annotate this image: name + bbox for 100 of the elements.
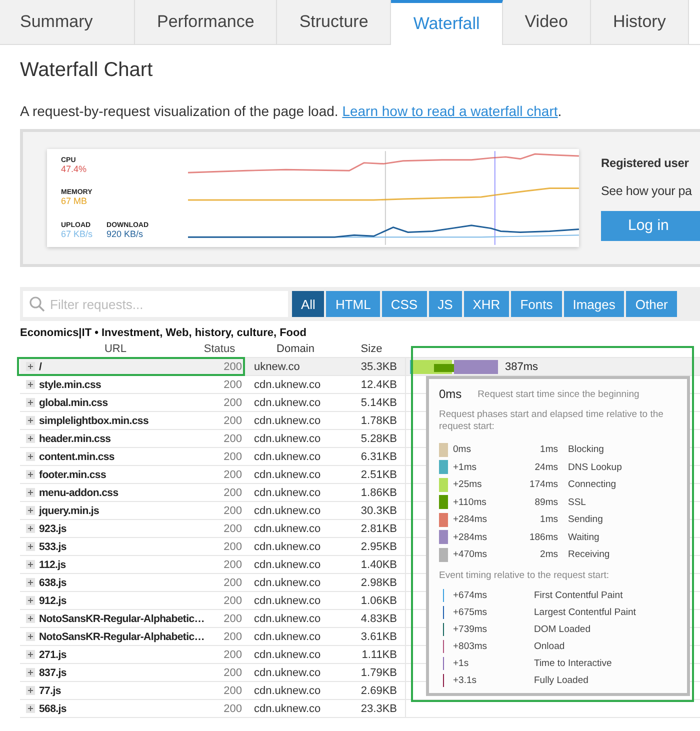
size-text: 30.3KB	[360, 504, 397, 516]
tab[interactable]: Performance	[135, 0, 278, 45]
size-text: 23.3KB	[360, 702, 397, 714]
size-text: 6.31KB	[360, 450, 397, 462]
tab[interactable]: Waterfall	[391, 0, 503, 45]
expand-icon[interactable]	[26, 686, 35, 695]
filter-button[interactable]: All	[292, 291, 324, 317]
status-text: 200	[222, 414, 242, 426]
expand-icon[interactable]	[26, 560, 35, 569]
expand-icon[interactable]	[26, 506, 35, 515]
page-title: Waterfall Chart	[20, 58, 154, 82]
phases-intro: Request phases start and elapsed time relative to the request start:	[439, 409, 664, 433]
url-text: content.min.css	[39, 450, 114, 462]
expand-icon[interactable]	[26, 596, 35, 605]
help-link[interactable]: Learn how to read a waterfall chart	[342, 103, 558, 119]
status-text: 200	[222, 486, 242, 498]
size-text: 35.3KB	[360, 360, 397, 372]
expand-icon[interactable]	[26, 434, 35, 443]
status-text: 200	[222, 468, 242, 480]
expand-icon[interactable]	[26, 380, 35, 389]
domain-text: uknew.co	[253, 360, 301, 372]
domain-text: cdn.uknew.co	[253, 378, 322, 390]
expand-icon[interactable]	[26, 578, 35, 587]
url-text: NotoSansKR-Regular-Alphabetic…	[39, 630, 204, 642]
promo-text: See how your pa	[601, 184, 693, 198]
url-text: 638.js	[39, 576, 66, 588]
column-header: Status	[202, 343, 236, 355]
status-text: 200	[222, 522, 242, 534]
url-text: global.min.css	[39, 396, 108, 408]
expand-icon[interactable]	[26, 416, 35, 425]
request-row[interactable]: 568.js 200 cdn.uknew.co 23.3KB	[20, 700, 700, 718]
url-text: 568.js	[39, 702, 66, 714]
expand-icon[interactable]	[26, 362, 35, 371]
status-text: 200	[222, 576, 242, 588]
domain-text: cdn.uknew.co	[253, 612, 322, 624]
domain-text: cdn.uknew.co	[253, 450, 322, 462]
description-text: A request-by-request visualization of the page load. Learn how to read a waterfall chart.	[20, 102, 563, 120]
event-time: +674ms	[453, 590, 488, 600]
domain-text: cdn.uknew.co	[253, 648, 322, 660]
column-header: Domain	[276, 343, 316, 355]
status-text: 200	[222, 504, 242, 516]
promo-heading: Registered user	[601, 156, 690, 170]
request-row[interactable]: / 200 uknew.co 35.3KB 387ms	[20, 358, 700, 376]
tab[interactable]: Summary	[0, 0, 135, 45]
size-text: 1.78KB	[360, 414, 397, 426]
status-text: 200	[222, 648, 242, 660]
status-text: 200	[222, 630, 242, 642]
size-text: 1.06KB	[360, 594, 397, 606]
status-text: 200	[222, 540, 242, 552]
size-text: 2.81KB	[360, 522, 397, 534]
expand-icon[interactable]	[26, 452, 35, 461]
url-text: header.min.css	[39, 432, 111, 444]
expand-icon[interactable]	[26, 704, 35, 713]
status-text: 200	[222, 558, 242, 570]
size-text: 1.40KB	[360, 558, 397, 570]
size-text: 4.83KB	[360, 612, 397, 624]
domain-text: cdn.uknew.co	[253, 684, 322, 696]
domain-text: cdn.uknew.co	[253, 702, 322, 714]
expand-icon[interactable]	[26, 542, 35, 551]
url-text: footer.min.css	[39, 468, 106, 480]
domain-text: cdn.uknew.co	[253, 486, 322, 498]
url-text: 77.js	[39, 684, 61, 696]
url-text: style.min.css	[39, 378, 102, 390]
size-text: 1.86KB	[360, 486, 397, 498]
expand-icon[interactable]	[26, 650, 35, 659]
domain-text: cdn.uknew.co	[253, 558, 322, 570]
expand-icon[interactable]	[26, 398, 35, 407]
domain-text: cdn.uknew.co	[253, 630, 322, 642]
url-text: menu-addon.css	[39, 486, 118, 498]
status-text: 200	[222, 612, 242, 624]
expand-icon[interactable]	[26, 668, 35, 677]
expand-icon[interactable]	[26, 470, 35, 479]
tab[interactable]: Video	[502, 0, 591, 45]
expand-icon[interactable]	[26, 614, 35, 623]
expand-icon[interactable]	[26, 524, 35, 533]
metric-value: 47.4%	[61, 164, 87, 174]
domain-text: cdn.uknew.co	[253, 396, 322, 408]
event-name: First Contentful Paint	[534, 590, 623, 600]
url-text: simplelightbox.min.css	[39, 414, 149, 426]
size-text: 1.11KB	[360, 648, 397, 660]
status-text: 200	[222, 594, 242, 606]
size-text: 2.69KB	[360, 684, 397, 696]
metric-value: 67 KB/s	[61, 229, 93, 240]
expand-icon[interactable]	[26, 488, 35, 497]
url-text: jquery.min.js	[39, 504, 100, 516]
domain-text: cdn.uknew.co	[253, 504, 322, 516]
search-icon	[29, 296, 45, 312]
url-text: 533.js	[39, 540, 66, 552]
url-text: 837.js	[39, 666, 66, 678]
domain-text: cdn.uknew.co	[253, 522, 322, 534]
status-text: 200	[222, 666, 242, 678]
status-text: 200	[222, 360, 242, 372]
search-field[interactable]: Filter requests...	[23, 291, 288, 317]
size-text: 5.28KB	[360, 432, 397, 444]
tab[interactable]: History	[590, 0, 689, 45]
tab[interactable]: Structure	[277, 0, 392, 45]
status-text: 200	[222, 432, 242, 444]
url-text: NotoSansKR-Regular-Alphabetic…	[39, 612, 204, 624]
expand-icon[interactable]	[26, 632, 35, 641]
domain-text: cdn.uknew.co	[253, 468, 322, 480]
